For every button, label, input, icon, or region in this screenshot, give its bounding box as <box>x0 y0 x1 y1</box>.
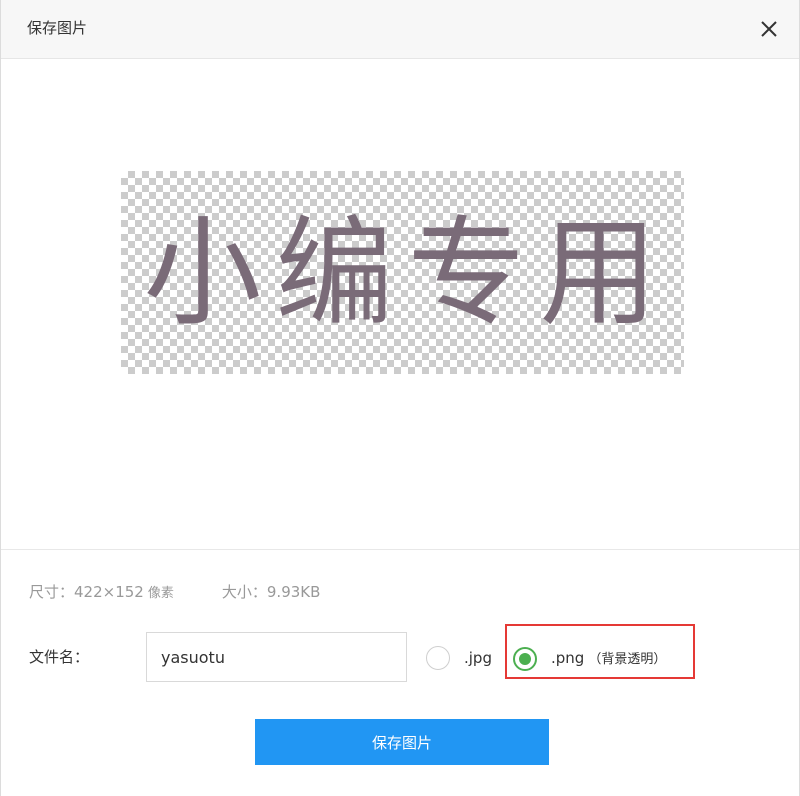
dimensions-unit: 像素 <box>147 586 174 601</box>
png-label: .png （背景透明） <box>551 646 666 672</box>
save-image-dialog: 保存图片 小编专用 尺寸：422×152像素 大小：9.93KB 文件名： .jp… <box>0 0 800 796</box>
dimensions-label: 尺寸： <box>29 583 75 601</box>
preview-area: 小编专用 <box>1 59 799 549</box>
preview-image: 小编专用 <box>121 171 684 374</box>
size-label: 大小： <box>221 583 267 601</box>
size-value: 9.93KB <box>266 583 321 601</box>
dialog-title: 保存图片 <box>27 19 88 37</box>
png-format-text: .png <box>551 649 585 667</box>
dimensions-value: 422×152 <box>74 583 144 601</box>
format-png-option[interactable]: .png （背景透明） <box>513 646 666 672</box>
png-radio[interactable] <box>513 647 537 671</box>
format-jpg-option[interactable]: .jpg <box>426 646 492 670</box>
png-transparent-note: （背景透明） <box>588 652 667 667</box>
close-icon[interactable] <box>757 17 781 41</box>
jpg-label: .jpg <box>464 649 492 667</box>
dialog-titlebar: 保存图片 <box>1 0 799 59</box>
preview-text: 小编专用 <box>143 203 672 342</box>
divider <box>1 549 799 550</box>
filename-label: 文件名： <box>29 648 90 666</box>
filename-input[interactable] <box>146 632 407 682</box>
save-image-button[interactable]: 保存图片 <box>255 719 549 765</box>
image-info: 尺寸：422×152 像素 大小：9.93KB <box>29 582 320 604</box>
jpg-radio[interactable] <box>426 646 450 670</box>
